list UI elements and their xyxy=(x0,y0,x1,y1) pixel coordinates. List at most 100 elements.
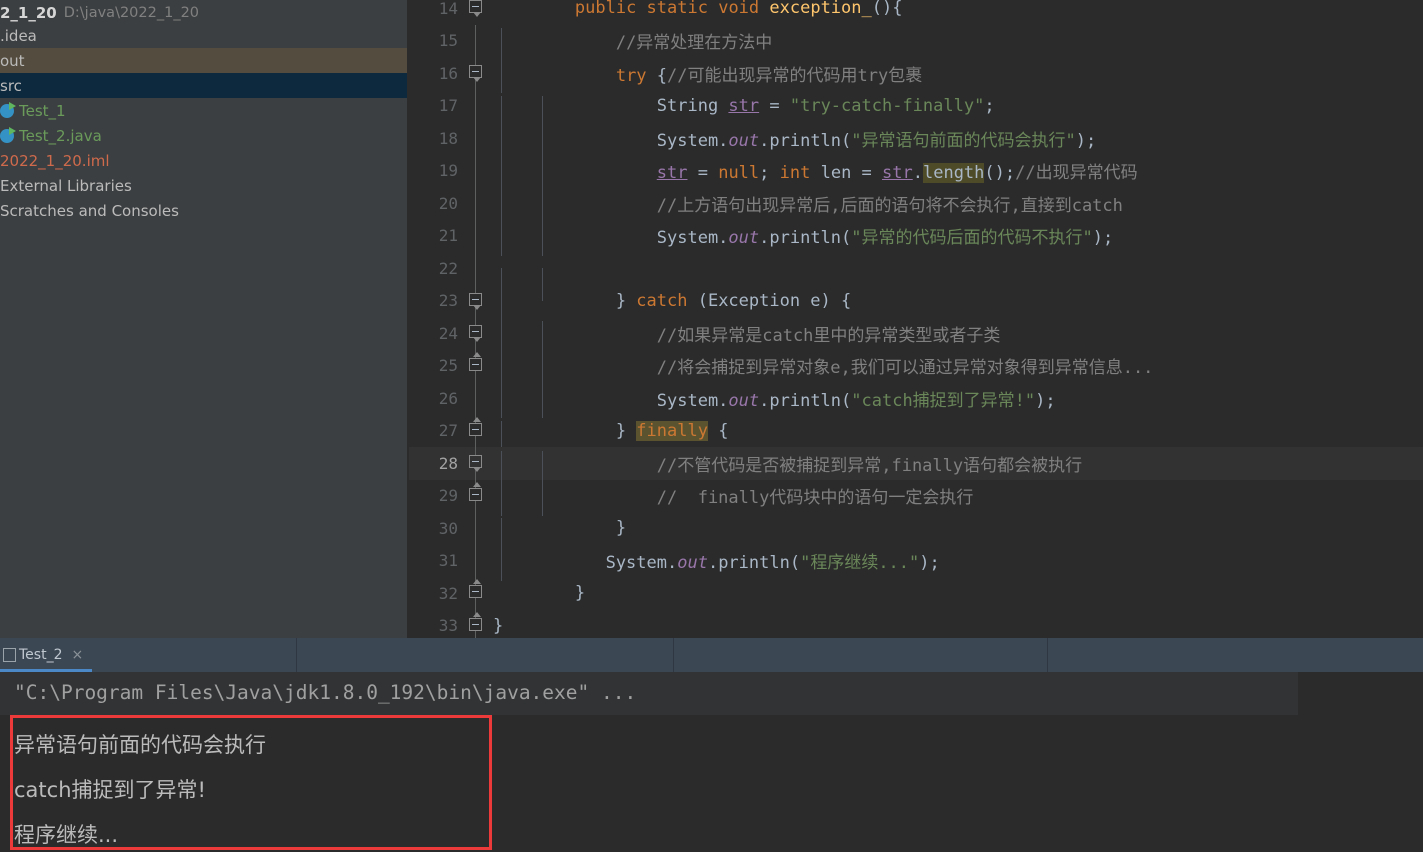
fold-gutter[interactable] xyxy=(458,480,493,513)
project-tool-window[interactable]: 2_1_20 D:\java\2022_1_20 .idea out src T… xyxy=(0,0,409,638)
sidebar-item-iml[interactable]: 2022_1_20.iml xyxy=(0,148,409,173)
editor-line[interactable]: 31 System.out.println("程序继续..."); xyxy=(409,545,1423,578)
code-editor[interactable]: 14 public static void exception_(){15 //… xyxy=(409,0,1423,638)
fold-gutter[interactable] xyxy=(458,122,493,155)
fold-gutter[interactable] xyxy=(458,577,493,610)
fold-gutter[interactable] xyxy=(458,317,493,350)
line-number: 19 xyxy=(409,161,458,180)
project-name: 2_1_20 xyxy=(0,4,57,22)
code-text[interactable]: } catch (Exception e) { xyxy=(493,291,1423,311)
project-root-row[interactable]: 2_1_20 D:\java\2022_1_20 xyxy=(0,0,409,25)
fold-gutter[interactable] xyxy=(458,57,493,90)
code-token: //出现异常代码 xyxy=(1015,163,1137,183)
code-text[interactable]: //如果异常是catch里中的异常类型或者子类 xyxy=(493,321,1423,346)
fold-down-icon[interactable] xyxy=(469,455,482,468)
code-text[interactable]: System.out.println("catch捕捉到了异常!"); xyxy=(493,386,1423,411)
code-text[interactable]: System.out.println("异常的代码后面的代码不执行"); xyxy=(493,223,1423,248)
fold-gutter[interactable] xyxy=(458,252,493,285)
code-token: ); xyxy=(1076,131,1096,151)
editor-line[interactable]: 20 //上方语句出现异常后,后面的语句将不会执行,直接到catch xyxy=(409,187,1423,220)
editor-line[interactable]: 26 System.out.println("catch捕捉到了异常!"); xyxy=(409,382,1423,415)
code-token: System. xyxy=(657,228,729,248)
code-token: //不管代码是否被捕捉到异常,finally语句都会被执行 xyxy=(657,456,1082,476)
editor-line[interactable]: 25 //将会捕捉到异常对象e,我们可以通过异常对象得到异常信息... xyxy=(409,350,1423,383)
fold-gutter[interactable] xyxy=(458,25,493,58)
sidebar-item-scratches-and-consoles[interactable]: Scratches and Consoles xyxy=(0,198,409,223)
code-token: "异常语句前面的代码会执行" xyxy=(851,131,1075,151)
sidebar-item-src[interactable]: src xyxy=(0,73,409,98)
sidebar-item-out[interactable]: out xyxy=(0,48,409,73)
code-text[interactable]: public static void exception_(){ xyxy=(493,0,1423,18)
editor-line[interactable]: 28 //不管代码是否被捕捉到异常,finally语句都会被执行 xyxy=(409,447,1423,480)
fold-gutter[interactable] xyxy=(458,0,493,25)
fold-gutter[interactable] xyxy=(458,382,493,415)
fold-gutter[interactable] xyxy=(458,512,493,545)
editor-line[interactable]: 32 } xyxy=(409,577,1423,610)
code-token: str xyxy=(882,163,913,183)
editor-line[interactable]: 16 try {//可能出现异常的代码用try包裹 xyxy=(409,57,1423,90)
code-text[interactable]: } xyxy=(493,616,1423,636)
run-console[interactable]: "C:\Program Files\Java\jdk1.8.0_192\bin\… xyxy=(0,672,1423,852)
fold-gutter[interactable] xyxy=(458,90,493,123)
code-text[interactable]: str = null; int len = str.length();//出现异… xyxy=(493,158,1423,183)
fold-gutter[interactable] xyxy=(458,350,493,383)
indent-guide xyxy=(501,191,502,224)
editor-line[interactable]: 29 // finally代码块中的语句一定会执行 xyxy=(409,480,1423,513)
indent-guide xyxy=(542,223,543,256)
fold-up-icon[interactable] xyxy=(469,488,482,501)
indent-guide xyxy=(501,386,502,419)
editor-line[interactable]: 18 System.out.println("异常语句前面的代码会执行"); xyxy=(409,122,1423,155)
editor-line[interactable]: 33} xyxy=(409,610,1423,639)
fold-up-icon[interactable] xyxy=(469,358,482,371)
line-number: 33 xyxy=(409,616,458,635)
fold-gutter[interactable] xyxy=(458,187,493,220)
code-text[interactable]: System.out.println("异常语句前面的代码会执行"); xyxy=(493,126,1423,151)
code-text[interactable]: System.out.println("程序继续..."); xyxy=(493,548,1423,573)
code-token: ); xyxy=(1093,228,1113,248)
code-token: null xyxy=(718,163,759,183)
editor-line[interactable]: 23 } catch (Exception e) { xyxy=(409,285,1423,318)
editor-line[interactable]: 21 System.out.println("异常的代码后面的代码不执行"); xyxy=(409,220,1423,253)
editor-line[interactable]: 15 //异常处理在方法中 xyxy=(409,25,1423,58)
fold-down-icon[interactable] xyxy=(469,65,482,78)
indent-guide xyxy=(501,353,502,386)
sidebar-item-test-1[interactable]: Test_1 xyxy=(0,98,409,123)
code-text[interactable]: } xyxy=(493,583,1423,603)
fold-gutter[interactable] xyxy=(458,545,493,578)
code-text[interactable]: //异常处理在方法中 xyxy=(493,28,1423,53)
fold-up-icon[interactable] xyxy=(469,585,482,598)
editor-line[interactable]: 30 } xyxy=(409,512,1423,545)
code-text[interactable]: } xyxy=(493,518,1423,538)
fold-gutter[interactable] xyxy=(458,220,493,253)
editor-line[interactable]: 17 String str = "try-catch-finally"; xyxy=(409,90,1423,123)
sidebar-item-idea[interactable]: .idea xyxy=(0,23,409,48)
fold-down-icon[interactable] xyxy=(469,293,482,306)
editor-line[interactable]: 14 public static void exception_(){ xyxy=(409,0,1423,25)
editor-line[interactable]: 24 //如果异常是catch里中的异常类型或者子类 xyxy=(409,317,1423,350)
editor-line[interactable]: 22 xyxy=(409,252,1423,285)
code-text[interactable]: //将会捕捉到异常对象e,我们可以通过异常对象得到异常信息... xyxy=(493,353,1423,378)
editor-line[interactable]: 19 str = null; int len = str.length();//… xyxy=(409,155,1423,188)
code-text[interactable]: //上方语句出现异常后,后面的语句将不会执行,直接到catch xyxy=(493,191,1423,216)
fold-gutter[interactable] xyxy=(458,155,493,188)
code-text[interactable]: // finally代码块中的语句一定会执行 xyxy=(493,483,1423,508)
fold-down-icon[interactable] xyxy=(469,325,482,338)
close-icon[interactable]: × xyxy=(71,647,83,663)
code-token: void xyxy=(718,0,769,18)
fold-gutter[interactable] xyxy=(458,415,493,448)
code-text[interactable]: //不管代码是否被捕捉到异常,finally语句都会被执行 xyxy=(493,451,1423,476)
fold-gutter[interactable] xyxy=(458,447,493,480)
sidebar-item-test-2-java[interactable]: Test_2.java xyxy=(0,123,409,148)
fold-down-icon[interactable] xyxy=(469,0,482,13)
editor-line[interactable]: 27 } finally { xyxy=(409,415,1423,448)
fold-up-icon[interactable] xyxy=(469,618,482,631)
fold-up-icon[interactable] xyxy=(469,423,482,436)
code-text[interactable]: try {//可能出现异常的代码用try包裹 xyxy=(493,61,1423,86)
code-text[interactable]: } finally { xyxy=(493,421,1423,441)
sidebar-item-external-libraries[interactable]: External Libraries xyxy=(0,173,409,198)
fold-gutter[interactable] xyxy=(458,285,493,318)
fold-gutter[interactable] xyxy=(458,610,493,639)
tool-window-tab-bar[interactable] xyxy=(0,638,1423,672)
tab-test-2[interactable]: Test_2 × xyxy=(0,638,150,672)
code-text[interactable]: String str = "try-catch-finally"; xyxy=(493,96,1423,116)
